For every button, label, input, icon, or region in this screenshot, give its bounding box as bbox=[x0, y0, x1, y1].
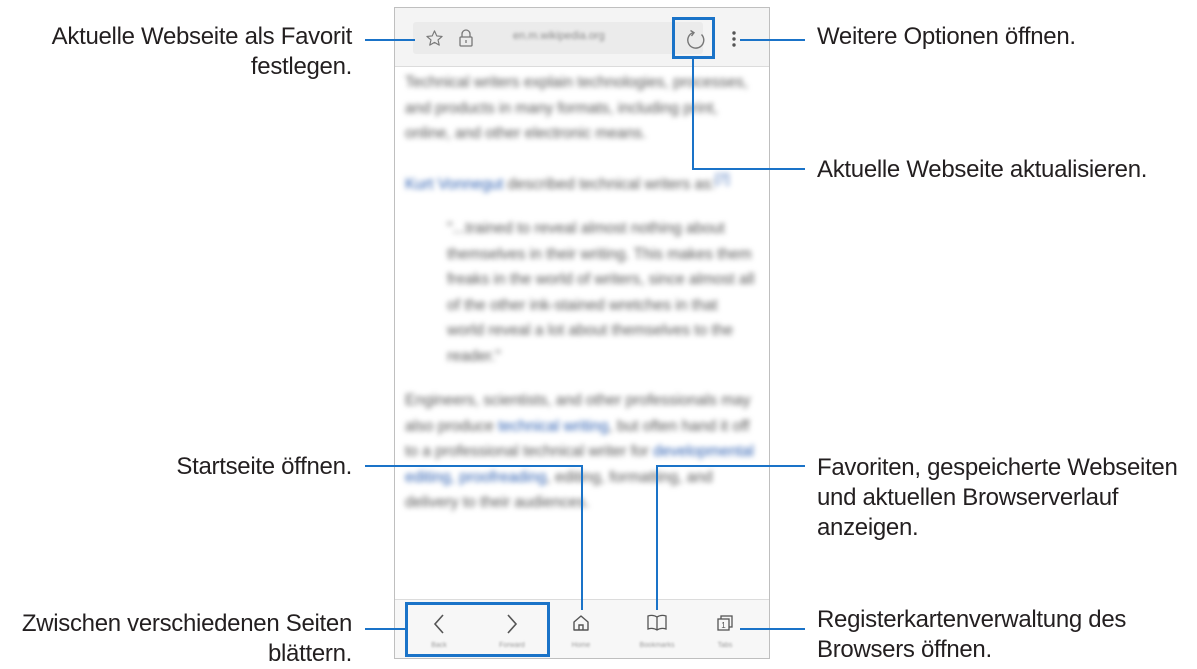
tabs-label: Tabs bbox=[717, 642, 733, 649]
bookmarks-leader-horizontal bbox=[656, 465, 805, 467]
navigate-callout-line-2: blättern. bbox=[267, 640, 352, 667]
home-icon[interactable] bbox=[571, 613, 591, 633]
favorite-leader bbox=[365, 39, 415, 41]
content-link[interactable]: Kurt Vonnegut bbox=[405, 176, 503, 193]
content-paragraph-3: Engineers, scientists, and other profess… bbox=[405, 388, 755, 516]
navigate-callout-line-1: Zwischen verschiedenen Seiten bbox=[21, 610, 352, 637]
favorite-callout: Aktuelle Webseite als Favorit festlegen. bbox=[51, 22, 353, 82]
star-icon[interactable] bbox=[425, 29, 444, 48]
home-leader-vertical bbox=[581, 465, 583, 610]
content-quote: "...trained to reveal almost nothing abo… bbox=[447, 220, 755, 365]
more-options-callout: Weitere Optionen öffnen. bbox=[817, 23, 1076, 50]
url-field[interactable]: en.m.wikipedia.org bbox=[413, 22, 703, 54]
tabs-callout-line-2: Browsers öffnen. bbox=[817, 636, 992, 663]
navigate-highlight bbox=[405, 602, 550, 657]
bookmarks-callout-line-2: und aktuellen Browserverlauf bbox=[817, 484, 1119, 511]
bookmarks-leader-vertical bbox=[656, 465, 658, 610]
book-icon[interactable] bbox=[646, 613, 668, 633]
bookmarks-callout: Favoriten, gespeicherte Webseiten und ak… bbox=[817, 453, 1178, 543]
content-reference[interactable]: [7] bbox=[715, 171, 729, 186]
tabs-callout-line-1: Registerkartenverwaltung des bbox=[817, 606, 1127, 633]
home-label: Home bbox=[571, 642, 591, 649]
more-options-leader bbox=[740, 39, 805, 41]
more-vertical-icon[interactable] bbox=[729, 28, 739, 50]
bookmarks-callout-line-1: Favoriten, gespeicherte Webseiten bbox=[817, 454, 1178, 481]
content-text: described technical writers as: bbox=[503, 175, 716, 193]
favorite-callout-line-1: Aktuelle Webseite als Favorit bbox=[51, 23, 353, 50]
home-leader-horizontal bbox=[365, 465, 583, 467]
tabs-leader bbox=[740, 628, 805, 630]
content-paragraph-1: Technical writers explain technologies, … bbox=[405, 74, 748, 142]
favorite-callout-line-2: festlegen. bbox=[250, 53, 352, 80]
url-text: en.m.wikipedia.org bbox=[513, 30, 605, 42]
refresh-leader-horizontal bbox=[692, 168, 805, 170]
navigate-callout: Zwischen verschiedenen Seiten blättern. bbox=[22, 609, 352, 669]
lock-icon bbox=[459, 29, 473, 47]
refresh-callout: Aktuelle Webseite aktualisieren. bbox=[817, 156, 1148, 183]
refresh-leader-vertical bbox=[692, 59, 694, 169]
bookmarks-label: Bookmarks bbox=[639, 642, 675, 649]
content-paragraph-2: Kurt Vonnegut described technical writer… bbox=[405, 166, 755, 198]
refresh-highlight bbox=[672, 17, 715, 59]
tabs-callout: Registerkartenverwaltung des Browsers öf… bbox=[817, 605, 1126, 665]
svg-text:1: 1 bbox=[721, 621, 726, 630]
bookmarks-callout-line-3: anzeigen. bbox=[817, 514, 919, 541]
home-callout: Startseite öffnen. bbox=[176, 453, 352, 480]
content-link[interactable]: technical writing bbox=[498, 418, 608, 435]
tabs-icon[interactable]: 1 bbox=[715, 613, 735, 633]
navigate-leader bbox=[365, 628, 405, 630]
